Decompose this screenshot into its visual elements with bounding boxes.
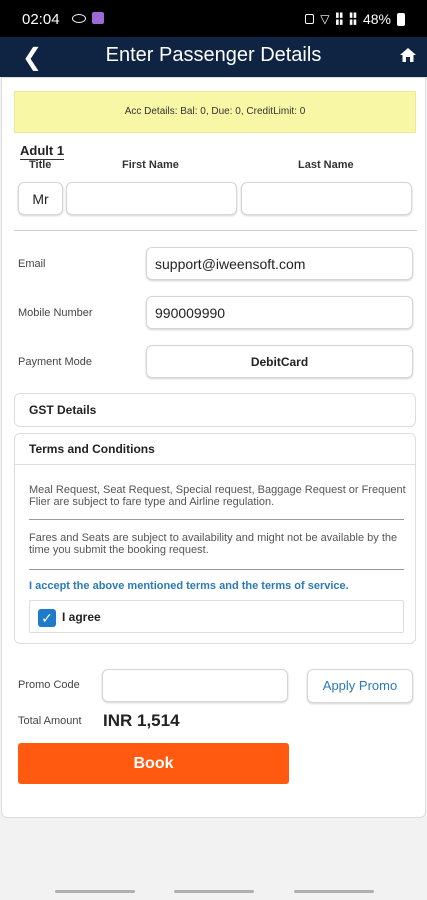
mobile-label: Mobile Number bbox=[18, 307, 93, 319]
payment-mode-select[interactable]: DebitCard bbox=[146, 345, 413, 378]
total-amount-label: Total Amount bbox=[18, 715, 82, 727]
email-field[interactable]: support@iweensoft.com bbox=[146, 247, 413, 280]
email-label: Email bbox=[18, 258, 46, 270]
section-divider bbox=[14, 230, 417, 231]
agree-row[interactable]: ✓ I agree bbox=[29, 600, 404, 633]
wifi-icon: ▽ bbox=[320, 12, 330, 26]
promo-code-input[interactable] bbox=[102, 669, 288, 702]
account-details-banner: Acc Details: Bal: 0, Due: 0, CreditLimit… bbox=[14, 91, 416, 133]
last-name-label: Last Name bbox=[298, 159, 354, 171]
app-header: ❮ Enter Passenger Details bbox=[0, 37, 427, 77]
nav-back-icon[interactable] bbox=[294, 890, 374, 893]
battery-percent: 48% bbox=[362, 11, 391, 27]
payment-mode-label: Payment Mode bbox=[18, 356, 92, 368]
first-name-label: First Name bbox=[122, 159, 179, 171]
status-right-icons: ▽ ▮▮ ▮▮ ▮▮ ▮▮ 48% bbox=[305, 11, 405, 27]
passenger-heading: Adult 1 bbox=[20, 143, 65, 160]
gst-details-section[interactable]: GST Details bbox=[14, 393, 416, 427]
signal-2-icon: ▮▮ ▮▮ bbox=[349, 12, 357, 26]
status-time: 02:04 bbox=[22, 11, 60, 28]
mobile-field[interactable]: 990009990 bbox=[146, 296, 413, 329]
status-left-icons bbox=[72, 12, 104, 24]
nav-recent-icon[interactable] bbox=[55, 890, 135, 893]
status-bar: 02:04 ▽ ▮▮ ▮▮ ▮▮ ▮▮ 48% bbox=[0, 0, 427, 37]
title-select[interactable]: Mr bbox=[18, 182, 63, 215]
apply-promo-button[interactable]: Apply Promo bbox=[307, 669, 413, 703]
lock-icon bbox=[305, 14, 315, 24]
signal-icon: ▮▮ ▮▮ bbox=[335, 12, 344, 26]
agree-label: I agree bbox=[62, 610, 101, 624]
accept-terms-link[interactable]: I accept the above mentioned terms and t… bbox=[29, 580, 349, 592]
book-button[interactable]: Book bbox=[18, 743, 289, 784]
terms-section: Terms and Conditions Meal Request, Seat … bbox=[14, 433, 416, 644]
terms-paragraph-1: Meal Request, Seat Request, Special requ… bbox=[29, 484, 406, 508]
terms-heading: Terms and Conditions bbox=[15, 434, 415, 465]
first-name-input[interactable] bbox=[66, 182, 237, 215]
battery-icon bbox=[397, 12, 405, 26]
passenger-form-card: Acc Details: Bal: 0, Due: 0, CreditLimit… bbox=[1, 77, 426, 818]
system-nav-bar bbox=[0, 878, 427, 900]
terms-divider bbox=[29, 569, 404, 570]
last-name-input[interactable] bbox=[241, 182, 412, 215]
page-title: Enter Passenger Details bbox=[105, 44, 322, 66]
terms-divider bbox=[29, 519, 404, 520]
title-label: Title bbox=[29, 159, 52, 171]
nav-home-icon[interactable] bbox=[174, 890, 254, 893]
terms-paragraph-2: Fares and Seats are subject to availabil… bbox=[29, 532, 398, 556]
promo-code-label: Promo Code bbox=[18, 679, 80, 691]
agree-checkbox[interactable]: ✓ bbox=[38, 609, 56, 627]
home-icon[interactable] bbox=[399, 46, 417, 64]
eye-off-icon bbox=[72, 13, 86, 23]
app-notification-icon bbox=[92, 12, 104, 24]
total-amount-value: INR 1,514 bbox=[103, 711, 180, 730]
